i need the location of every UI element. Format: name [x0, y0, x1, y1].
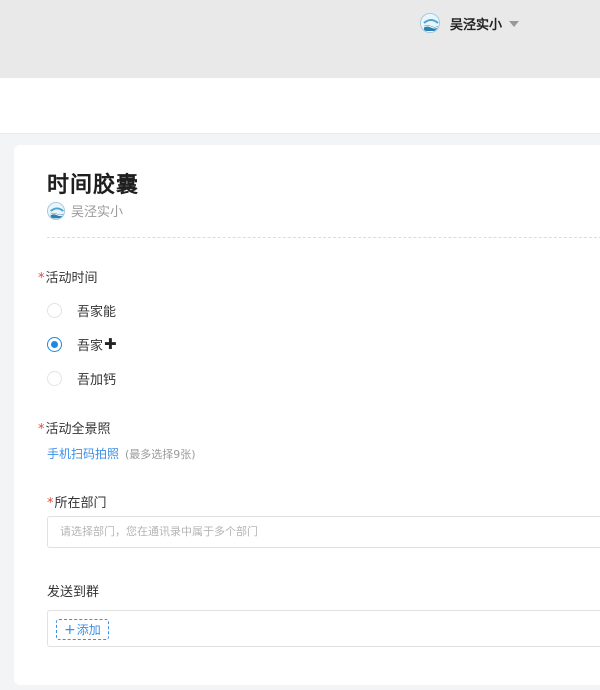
radio-button-checked[interactable]: [47, 336, 62, 352]
send-to-group-label: 发送到群: [47, 585, 100, 600]
org-logo-icon: [47, 201, 65, 220]
plus-icon: +: [64, 621, 76, 638]
chevron-down-icon: [509, 20, 520, 27]
org-logo-icon: [420, 13, 440, 33]
photo-label: *活动全景照: [38, 422, 111, 437]
move-cursor-icon: ✚: [104, 335, 117, 353]
scan-upload-link[interactable]: 手机扫码拍照: [47, 445, 119, 462]
department-label: *所在部门: [47, 496, 107, 511]
radio-option-3[interactable]: 吾加钙: [47, 368, 116, 388]
radio-option-2[interactable]: 吾家 ✚: [47, 334, 117, 354]
divider: [47, 237, 600, 238]
required-mark: *: [38, 422, 45, 437]
radio-option-1[interactable]: 吾家能: [47, 300, 116, 320]
account-switcher[interactable]: 吴泾实小: [420, 12, 520, 34]
required-mark: *: [38, 271, 45, 286]
toolbar-area: [0, 78, 600, 134]
radio-button[interactable]: [47, 370, 62, 386]
add-label: 添加: [76, 623, 101, 637]
form-card: 时间胶囊 吴泾实小 *活动时间 吾家能 吾家 ✚ 吾加钙 *活动全景照 手机扫码…: [14, 145, 600, 685]
required-mark: *: [47, 496, 54, 511]
photo-upload: 手机扫码拍照 (最多选择9张): [47, 445, 196, 462]
account-name: 吴泾实小: [450, 17, 503, 33]
radio-label: 吾加钙: [77, 372, 117, 388]
page-title: 时间胶囊: [47, 173, 140, 198]
add-group-button[interactable]: + 添加: [56, 619, 109, 640]
activity-time-label: *活动时间: [38, 271, 98, 286]
form-org: 吴泾实小: [47, 201, 123, 220]
radio-label: 吾家能: [77, 304, 117, 320]
radio-label: 吾家: [77, 338, 104, 354]
department-select[interactable]: 请选择部门，您在通讯录中属于多个部门: [47, 516, 600, 548]
upload-hint: (最多选择9张): [125, 447, 196, 461]
radio-button[interactable]: [47, 302, 62, 318]
org-name: 吴泾实小: [71, 205, 124, 220]
group-select-box: + 添加: [47, 610, 600, 647]
top-bar: 吴泾实小: [0, 0, 600, 78]
